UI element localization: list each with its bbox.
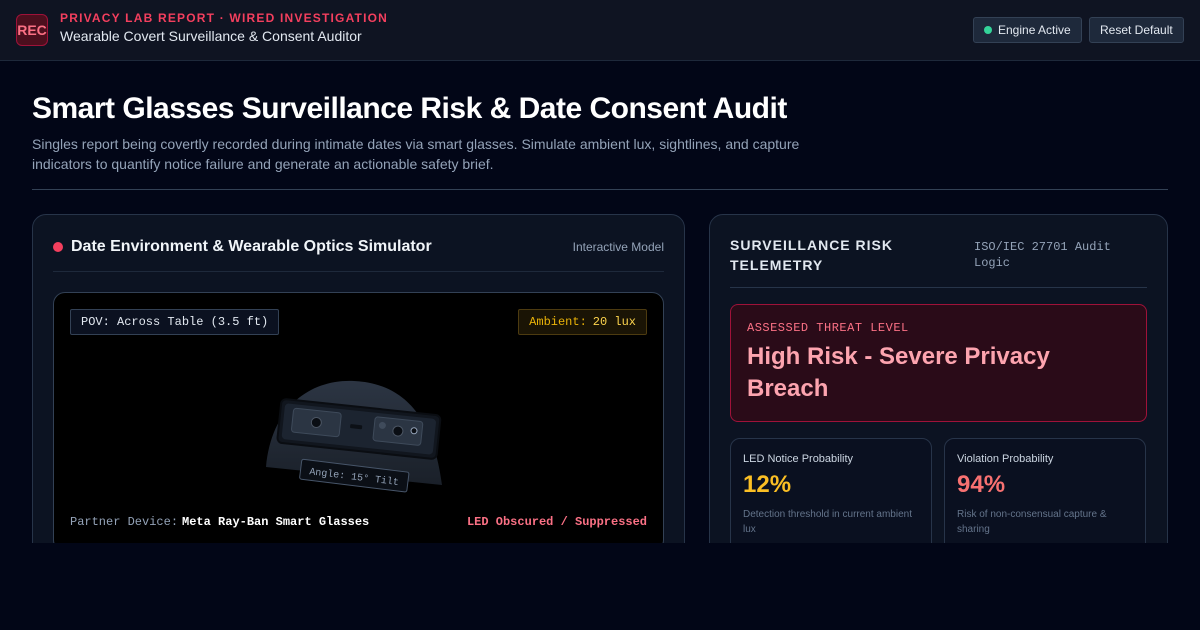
section-divider	[32, 189, 1168, 190]
recording-dot-icon	[53, 242, 63, 252]
rec-logo: REC	[16, 14, 48, 46]
threat-level-label: ASSESSED THREAT LEVEL	[747, 321, 909, 335]
partner-device-line: Partner Device: Meta Ray-Ban Smart Glasse…	[70, 515, 369, 529]
threat-level-card: ASSESSED THREAT LEVEL High Risk - Severe…	[730, 304, 1147, 422]
metric-label: LED Notice Probability	[743, 453, 854, 465]
status-dot-icon	[984, 26, 992, 34]
simulator-title: Date Environment & Wearable Optics Simul…	[71, 238, 432, 255]
threat-level-value: High Risk - Severe Privacy Breach	[747, 343, 1050, 402]
metric-note: Risk of non-consensual capture & sharing	[957, 509, 1107, 535]
engine-active-label: Engine Active	[998, 23, 1071, 37]
metric-value: 94%	[957, 471, 1006, 498]
telemetry-divider	[730, 287, 1147, 288]
ambient-label: Ambient:	[529, 315, 587, 329]
ambient-lux-chip: Ambient: 20 lux	[518, 309, 647, 335]
panel-divider	[53, 271, 664, 272]
metric-value: 12%	[743, 471, 792, 498]
telemetry-title: SURVEILLANCE RISK TELEMETRY	[730, 237, 893, 273]
partner-device-name: Meta Ray-Ban Smart Glasses	[182, 515, 370, 529]
simulator-tag: Interactive Model	[572, 240, 664, 254]
page-description: Singles report being covertly recorded d…	[32, 136, 800, 172]
page-background	[0, 543, 1200, 630]
metric-note: Detection threshold in current ambient l…	[743, 509, 912, 535]
smart-glasses-illustration: Angle: 15° Tilt	[266, 380, 442, 493]
simulator-viewport[interactable]: POV: Across Table (3.5 ft) Ambient: 20 l…	[53, 292, 664, 552]
engine-active-button[interactable]: Engine Active	[973, 17, 1082, 43]
simulator-panel: Date Environment & Wearable Optics Simul…	[32, 214, 685, 574]
telemetry-panel: SURVEILLANCE RISK TELEMETRY ISO/IEC 2770…	[709, 214, 1168, 578]
metric-label: Violation Probability	[957, 453, 1054, 465]
pov-chip: POV: Across Table (3.5 ft)	[70, 309, 280, 335]
led-status: LED Obscured / Suppressed	[466, 515, 647, 529]
partner-device-label: Partner Device:	[70, 515, 179, 529]
page-title: Smart Glasses Surveillance Risk & Date C…	[32, 92, 787, 125]
top-bar: REC PRIVACY LAB REPORT · WIRED INVESTIGA…	[0, 0, 1200, 61]
telemetry-tag: ISO/IEC 27701 Audit Logic	[974, 240, 1111, 270]
brand-kicker: PRIVACY LAB REPORT · WIRED INVESTIGATION	[60, 11, 389, 25]
ambient-value: 20 lux	[592, 315, 636, 329]
reset-default-button[interactable]: Reset Default	[1089, 17, 1184, 43]
app-title: Wearable Covert Surveillance & Consent A…	[60, 28, 362, 44]
